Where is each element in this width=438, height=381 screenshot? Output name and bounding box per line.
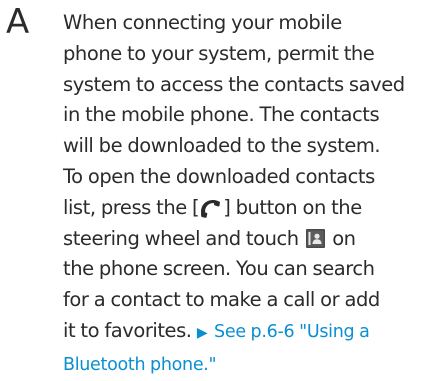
answer-letter: A bbox=[6, 2, 30, 42]
answer-line: will be downloaded to the system. bbox=[63, 134, 381, 158]
phone-handset-icon bbox=[201, 199, 221, 218]
answer-body: When connecting your mobile phone to you… bbox=[63, 8, 435, 381]
answer-line: for a contact to make a call or add bbox=[63, 288, 380, 312]
answer-line: system to access the contacts saved bbox=[63, 72, 405, 96]
answer-line: in the mobile phone. The contacts bbox=[63, 103, 380, 127]
answer-text: on bbox=[332, 226, 356, 250]
contacts-icon bbox=[305, 228, 325, 248]
answer-line: it to favorites. ▶ See p.6-6 "Using a bbox=[63, 316, 435, 349]
answer-line: list, press the [ ] button on the bbox=[63, 193, 435, 224]
answer-text: ] button on the bbox=[223, 195, 362, 219]
triangle-right-icon: ▶ bbox=[196, 324, 208, 341]
answer-line: Bluetooth phone." bbox=[63, 349, 435, 381]
reference-link-text[interactable]: See p.6-6 "Using a bbox=[214, 322, 370, 342]
reference-link[interactable]: ▶ See p.6-6 "Using a bbox=[197, 322, 370, 342]
answer-line: phone to your system, permit the bbox=[63, 41, 375, 65]
answer-text: steering wheel and touch bbox=[63, 226, 299, 250]
answer-text: list, press the [ bbox=[63, 195, 200, 219]
answer-text: it to favorites. bbox=[63, 318, 192, 342]
reference-link-continued[interactable]: Bluetooth phone." bbox=[63, 355, 217, 375]
answer-line: To open the downloaded contacts bbox=[63, 164, 375, 188]
answer-line: the phone screen. You can search bbox=[63, 257, 375, 281]
answer-line: When connecting your mobile bbox=[63, 11, 342, 34]
answer-line: steering wheel and touch on bbox=[63, 224, 435, 255]
